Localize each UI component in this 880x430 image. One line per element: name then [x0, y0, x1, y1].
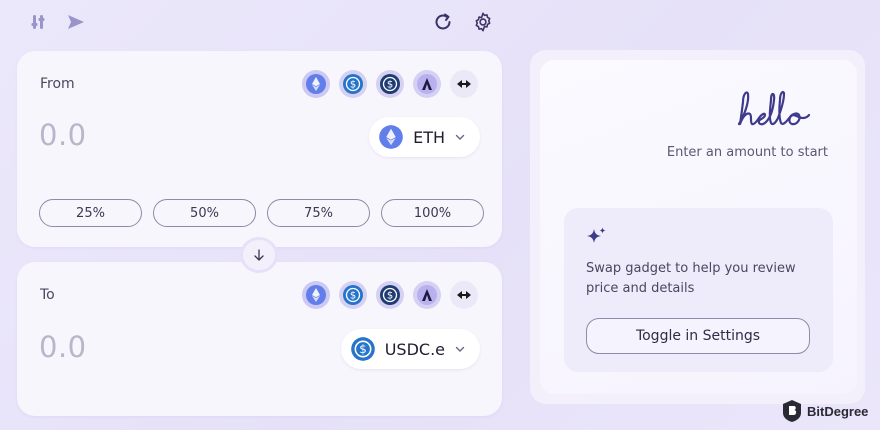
bitdegree-logo-icon	[783, 400, 801, 422]
bridge-icon[interactable]	[450, 281, 478, 309]
from-token-symbol: ETH	[413, 127, 445, 147]
to-label: To	[40, 287, 55, 303]
watermark-text: BitDegree	[807, 403, 869, 419]
svg-text:$: $	[350, 80, 356, 91]
percent-buttons: 25% 50% 75% 100%	[39, 199, 484, 227]
sliders-icon[interactable]	[26, 10, 50, 34]
from-quick-tokens: $ $	[302, 70, 478, 98]
usdc-icon[interactable]: $	[339, 281, 367, 309]
to-token-select[interactable]: $ USDC.e	[340, 329, 480, 369]
refresh-icon[interactable]	[431, 10, 455, 34]
swap-gadget-card: Swap gadget to help you review price and…	[564, 208, 833, 372]
arrow-down-icon	[254, 249, 264, 261]
from-card: From $ $ 0.0 ETH 25% 50% 75% 100%	[17, 51, 502, 247]
chevron-down-icon	[455, 346, 465, 352]
from-label: From	[40, 76, 75, 92]
hint-text: Enter an amount to start	[666, 145, 828, 160]
sparkle-icon	[587, 227, 606, 243]
svg-text:$: $	[387, 80, 393, 91]
gadget-description: Swap gadget to help you review price and…	[586, 261, 796, 296]
swap-direction-button[interactable]	[240, 237, 278, 273]
usdc-dark-icon[interactable]: $	[376, 281, 404, 309]
usdc-icon: $	[350, 337, 375, 361]
percent-100-button[interactable]: 100%	[381, 199, 484, 227]
toolbar	[0, 0, 510, 44]
to-quick-tokens: $ $	[302, 281, 478, 309]
chevron-down-icon	[455, 134, 465, 140]
eth-icon[interactable]	[302, 281, 330, 309]
percent-25-button[interactable]: 25%	[39, 199, 142, 227]
arb-icon[interactable]	[413, 70, 441, 98]
svg-text:$: $	[387, 291, 393, 302]
watermark: BitDegree	[781, 399, 868, 423]
percent-75-button[interactable]: 75%	[267, 199, 370, 227]
eth-icon	[379, 125, 403, 149]
from-token-select[interactable]: ETH	[369, 117, 480, 157]
percent-50-button[interactable]: 50%	[153, 199, 256, 227]
svg-text:$: $	[359, 342, 367, 356]
to-token-symbol: USDC.e	[384, 339, 445, 359]
eth-icon[interactable]	[302, 70, 330, 98]
arb-icon[interactable]	[413, 281, 441, 309]
to-amount-output[interactable]: 0.0	[39, 330, 87, 364]
toggle-in-settings-button[interactable]: Toggle in Settings	[586, 318, 810, 354]
send-icon[interactable]	[64, 10, 88, 34]
from-amount-input[interactable]: 0.0	[39, 118, 87, 152]
usdc-dark-icon[interactable]: $	[376, 70, 404, 98]
gear-icon[interactable]	[471, 10, 495, 34]
svg-text:$: $	[350, 291, 356, 302]
bridge-icon[interactable]	[450, 70, 478, 98]
usdc-icon[interactable]: $	[339, 70, 367, 98]
hello-script-graphic: hello	[737, 90, 811, 126]
to-card: To $ $ 0.0 $ USDC.e	[17, 262, 502, 416]
